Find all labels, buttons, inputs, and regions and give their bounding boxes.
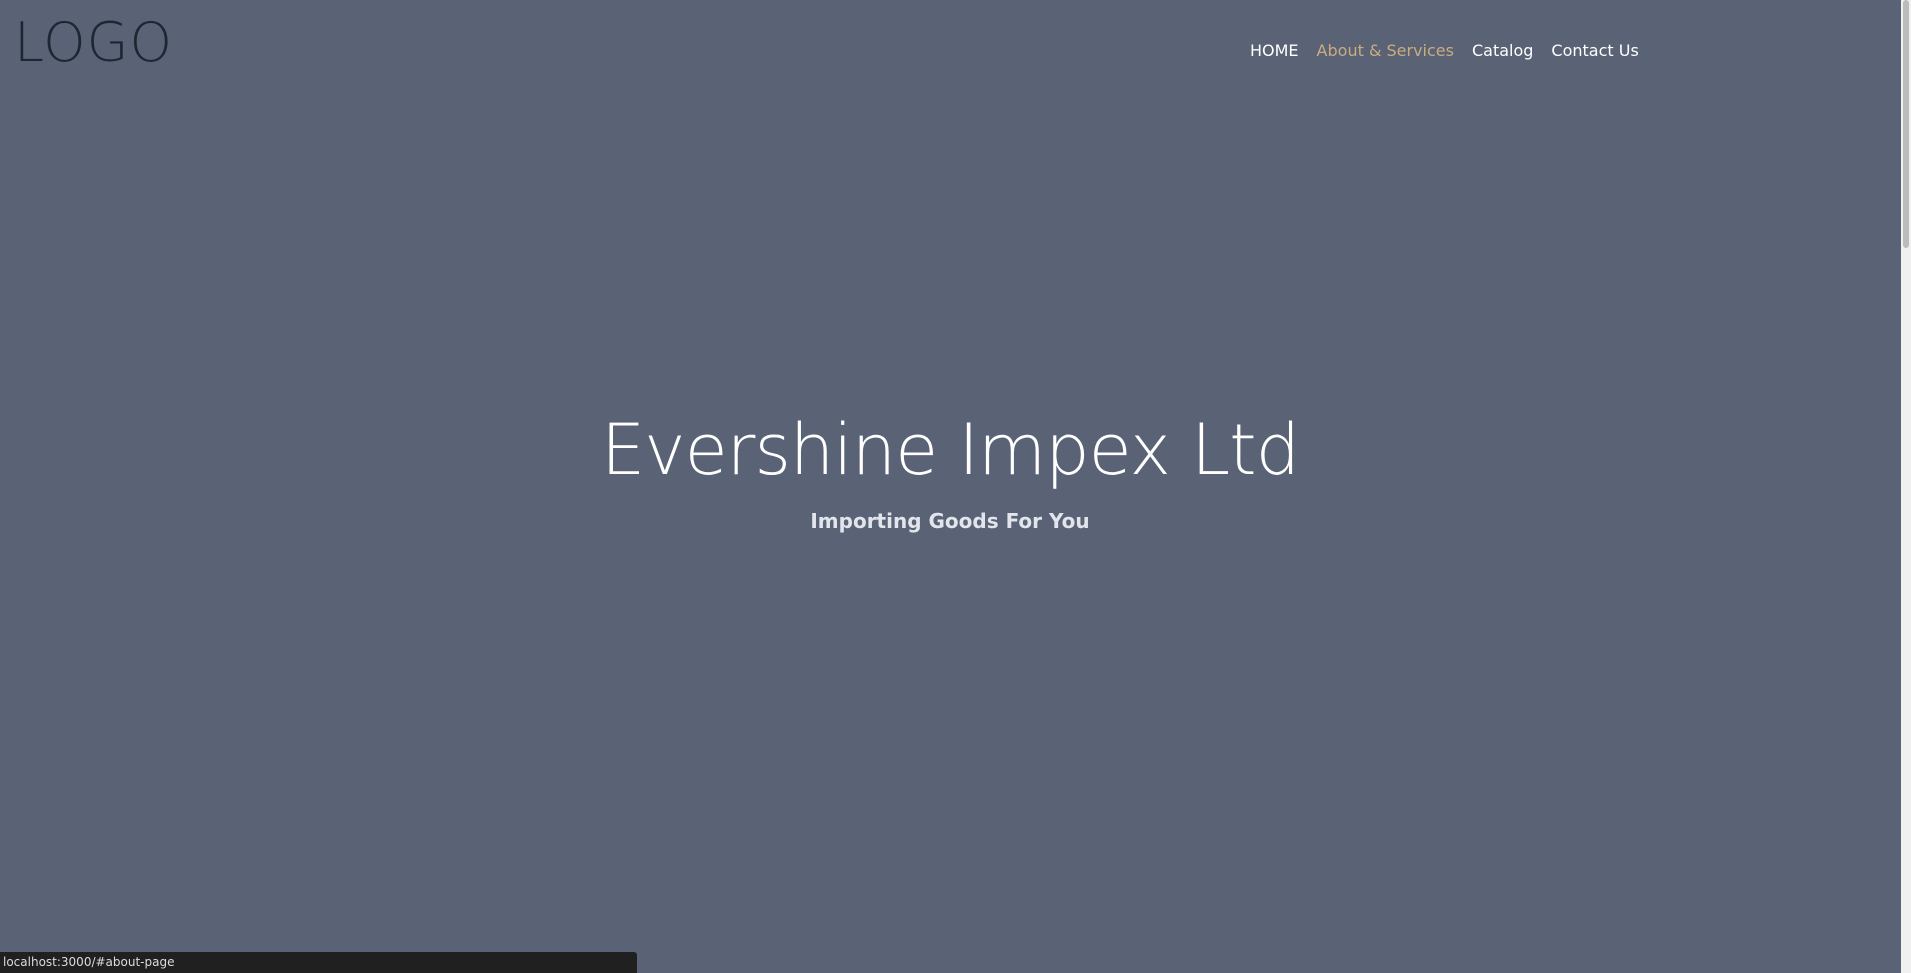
hero-title: Evershine Impex Ltd xyxy=(600,409,1300,491)
nav-home[interactable]: HOME xyxy=(1250,41,1299,60)
scrollbar-thumb[interactable] xyxy=(1903,0,1909,248)
main-nav: HOME About & Services Catalog Contact Us xyxy=(1250,41,1639,60)
logo[interactable]: LOGO xyxy=(14,16,173,70)
status-bar-url: localhost:3000/#about-page xyxy=(0,952,637,973)
hero-subtitle: Importing Goods For You xyxy=(810,509,1090,533)
nav-about-services[interactable]: About & Services xyxy=(1317,41,1454,60)
nav-contact-us[interactable]: Contact Us xyxy=(1551,41,1638,60)
hero-section: Evershine Impex Ltd Importing Goods For … xyxy=(0,415,1900,533)
nav-catalog[interactable]: Catalog xyxy=(1472,41,1533,60)
vertical-scrollbar[interactable] xyxy=(1901,0,1911,973)
